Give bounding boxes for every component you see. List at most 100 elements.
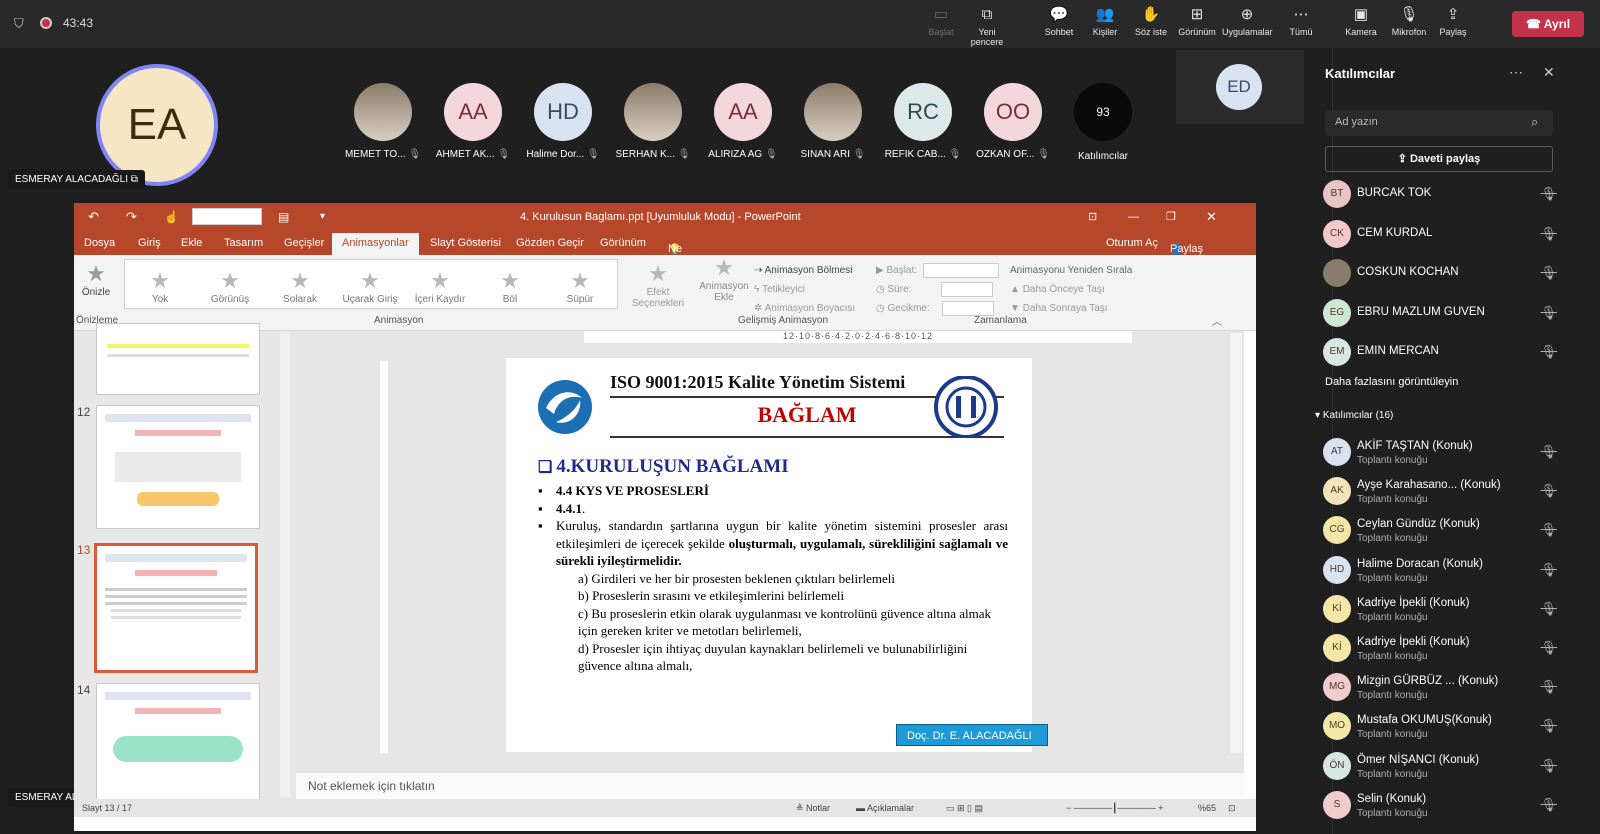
participant-row[interactable]: BT BURCAK TOK 🎙	[1323, 176, 1563, 212]
participant-avatar[interactable]	[804, 83, 862, 141]
search-icon[interactable]: ⌕	[1531, 114, 1538, 130]
participant-row[interactable]: MG Mizgin GÜRBÜZ ... (Konuk) Toplantı konu…	[1323, 669, 1563, 705]
view-buttons[interactable]: ▭ ⊞ ▯ ▤	[946, 799, 983, 817]
open-folder-icon[interactable]: ▤	[278, 203, 289, 231]
thumbnail-slide-14[interactable]	[96, 683, 260, 811]
minimize-icon[interactable]: —	[1128, 203, 1139, 231]
duration-field[interactable]: ◷ Süre:	[876, 280, 999, 299]
participant-row[interactable]: AT AKİF TAŞTAN (Konuk) Toplantı konuğu 🎙	[1323, 434, 1563, 470]
animation-option[interactable]: ★ Solarak	[265, 268, 335, 305]
toolbar-more-button[interactable]: ⋯ Tümü	[1276, 6, 1326, 37]
participant-avatar[interactable]: RC	[894, 83, 952, 141]
ribbon-tab[interactable]: Gözden Geçir	[516, 237, 584, 249]
close-icon[interactable]: ✕	[1206, 203, 1217, 231]
move-later-button[interactable]: ▼ Daha Sonraya Taşı	[1010, 299, 1132, 318]
ribbon-tab[interactable]: Geçişler	[284, 237, 324, 249]
toolbar-record-button[interactable]: ▭ Başlat	[916, 6, 966, 37]
participant-avatar[interactable]: HD	[534, 83, 592, 141]
participant-row[interactable]: ÖN Ömer NİŞANCI (Konuk) Toplantı konuğu 🎙	[1323, 748, 1563, 784]
search-input[interactable]: Ad yazın ⌕	[1325, 110, 1553, 136]
fit-slide-icon[interactable]: ⊡	[1228, 799, 1236, 817]
toolbar-view-button[interactable]: ⊞ Görünüm	[1172, 6, 1222, 37]
participant-row[interactable]: COSKUN KOCHAN 🎙	[1323, 255, 1563, 291]
participant-row[interactable]: EG EBRU MAZLUM GUVEN 🎙	[1323, 295, 1563, 331]
participant-row[interactable]: Kİ Kadriye İpekli (Konuk) Toplantı konuğu 🎙	[1323, 630, 1563, 666]
participant-row[interactable]: CG Ceylan Gündüz (Konuk) Toplantı konuğu 🎙	[1323, 512, 1563, 548]
participant-avatar: AK	[1323, 477, 1351, 506]
animations-ribbon: ★ Önizle ★ Yok ★ Görünüş ★ Solarak ★ Uçarak Giri…	[74, 255, 1256, 331]
add-animation-button[interactable]: ★ Animasyon Ekle	[698, 255, 750, 303]
toolbar-apps-button[interactable]: ⊕ Uygulamalar	[1222, 6, 1273, 37]
guests-section-header[interactable]: ▾ Katılımcılar (16)	[1315, 410, 1393, 421]
restore-icon[interactable]: ❐	[1166, 203, 1176, 231]
animation-option[interactable]: ★ Yok	[125, 268, 195, 305]
ribbon-tab[interactable]: Animasyonlar	[332, 233, 419, 255]
toolbar-camera-off-button[interactable]: ▣ Kamera	[1336, 6, 1386, 37]
toolbar-chat-button[interactable]: 💬 Sohbet	[1034, 6, 1084, 37]
participant-row[interactable]: Kİ Kadriye İpekli (Konuk) Toplantı konuğu 🎙	[1323, 591, 1563, 627]
more-options-icon[interactable]: ⋯	[1509, 64, 1523, 81]
ribbon-tab[interactable]: Tasarım	[224, 237, 263, 249]
toolbar-share-button[interactable]: ⇪ Paylaş	[1428, 6, 1478, 37]
start-field[interactable]: ▶ Başlat:	[876, 261, 1000, 280]
self-video-tile[interactable]: ED	[1176, 50, 1304, 124]
preview-button[interactable]: ★ Önizle	[80, 261, 112, 298]
move-earlier-button[interactable]: ▲ Daha Önceye Taşı	[1010, 280, 1132, 299]
ribbon-tab[interactable]: Görünüm	[600, 237, 646, 249]
animation-option[interactable]: ★ İçeri Kaydır	[405, 268, 475, 305]
participant-row[interactable]: CK CEM KURDAL 🎙	[1323, 216, 1563, 252]
participant-row[interactable]: MO Mustafa OKUMUŞ(Konuk) Toplantı konuğu 🎙	[1323, 708, 1563, 744]
animation-pane-button[interactable]: ⇢ Animasyon Bölmesi	[754, 261, 855, 280]
effect-options-button[interactable]: ★ Efekt Seçenekleri	[623, 261, 693, 309]
mic-off-icon: 🎙	[1034, 149, 1050, 160]
toolbar-people-button[interactable]: 👥 Kişiler	[1080, 6, 1130, 37]
participant-avatar[interactable]	[624, 83, 682, 141]
close-panel-icon[interactable]: ✕	[1543, 64, 1555, 81]
ribbon-tab[interactable]: Dosya	[84, 237, 115, 249]
speaker-avatar[interactable]: EA	[96, 64, 218, 186]
participant-row[interactable]: S Selin (Konuk) Toplantı konuğu 🎙	[1323, 787, 1563, 823]
animation-option[interactable]: ★ Süpür	[545, 268, 615, 305]
leave-button[interactable]: ☎ Ayrıl	[1512, 11, 1584, 37]
participant-row[interactable]: EM EMIN MERCAN 🎙	[1323, 334, 1563, 370]
notes-toggle[interactable]: ≜ Notlar	[796, 799, 830, 817]
overflow-count[interactable]: 93	[1074, 83, 1132, 141]
ribbon-tab[interactable]: Ekle	[181, 237, 202, 249]
zoom-slider[interactable]: − ──────┃────── +	[1066, 799, 1163, 817]
show-more-link[interactable]: Daha fazlasını görüntüleyin	[1325, 376, 1458, 388]
font-box[interactable]	[192, 208, 262, 225]
undo-icon[interactable]: ↶	[88, 203, 99, 231]
ribbon-tab[interactable]: Giriş	[138, 237, 161, 249]
participant-avatar[interactable]: OO	[984, 83, 1042, 141]
share-invite-button[interactable]: ⇪ Daveti paylaş	[1325, 146, 1553, 172]
participant-avatar[interactable]	[354, 83, 412, 141]
customize-qat-icon[interactable]: ▾	[320, 203, 325, 231]
slide-canvas[interactable]: ISO 9001:2015 Kalite Yönetim Sistemi BAĞ…	[506, 358, 1048, 752]
animation-option[interactable]: ★ Uçarak Giriş	[335, 268, 405, 305]
collapse-ribbon-icon[interactable]: ︿	[1212, 313, 1222, 328]
participant-row[interactable]: HD Halime Doracan (Konuk) Toplantı konuğu 🎙	[1323, 552, 1563, 588]
animation-option[interactable]: ★ Görünüş	[195, 268, 265, 305]
ribbon-display-icon[interactable]: ⊡	[1088, 203, 1097, 231]
animation-option[interactable]: ★ Böl	[475, 268, 545, 305]
slide-header-title: ISO 9001:2015 Kalite Yönetim Sistemi	[610, 372, 906, 392]
zoom-level[interactable]: %65	[1198, 799, 1216, 817]
participant-avatar[interactable]: AA	[714, 83, 772, 141]
trigger-button[interactable]: ϟ Tetikleyici	[754, 280, 855, 299]
participant-row[interactable]: AK Ayşe Karahasano... (Konuk) Toplantı kon…	[1323, 473, 1563, 509]
thumbnail-slide-12[interactable]	[96, 405, 260, 529]
slide-scrollbar[interactable]	[1230, 333, 1242, 753]
signin-link[interactable]: Oturum Aç	[1106, 237, 1158, 249]
toolbar-mic-off-button[interactable]: 🎙 Mikrofon	[1384, 6, 1434, 37]
participant-avatar[interactable]: AA	[444, 83, 502, 141]
toolbar-raise-hand-button[interactable]: ✋ Söz iste	[1126, 6, 1176, 37]
toolbar-new-window-button[interactable]: ⧉ Yeni pencere	[962, 6, 1012, 47]
comments-toggle[interactable]: ▬ Açıklamalar	[856, 799, 914, 817]
ribbon-tab[interactable]: Slayt Gösterisi	[430, 237, 501, 249]
thumbnail-slide-13-selected[interactable]	[94, 543, 258, 673]
notes-area[interactable]: Not eklemek için tıklatın	[296, 773, 1244, 797]
redo-icon[interactable]: ↷	[126, 203, 137, 231]
thumbnail-slide-11[interactable]	[96, 323, 260, 395]
thumbnails-scrollbar[interactable]	[280, 333, 290, 797]
touch-mode-icon[interactable]: ☝	[164, 203, 179, 231]
